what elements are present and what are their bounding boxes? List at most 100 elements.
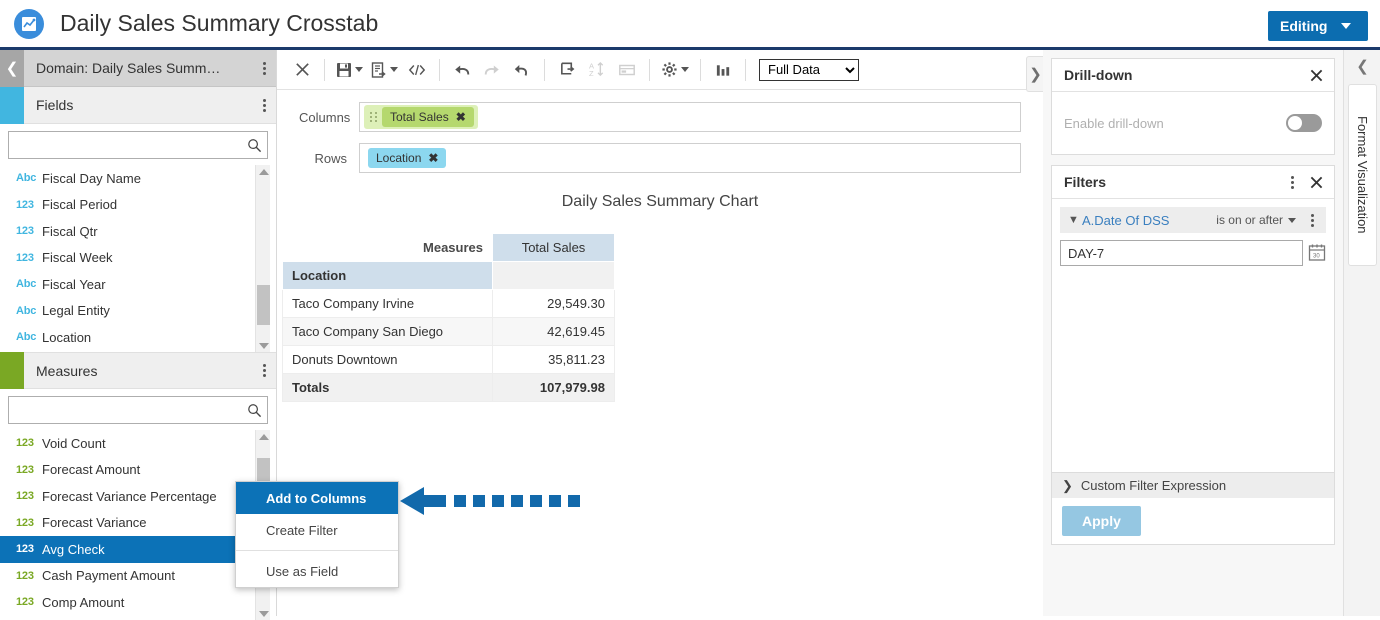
measures-search-box[interactable] [8,396,268,424]
domain-options-menu-icon[interactable] [252,61,276,75]
table-totals-row: Totals 107,979.98 [282,373,615,402]
remove-chip-icon[interactable]: ✖ [428,151,438,165]
scrollbar-thumb[interactable] [257,285,270,325]
filters-options-menu-icon[interactable] [1280,175,1304,189]
enable-drilldown-toggle[interactable] [1286,114,1322,132]
editor-toolbar: AZ Full Data ❯ [277,50,1044,92]
domain-title: Domain: Daily Sales Summ… [36,60,221,76]
list-scrollbar[interactable] [255,165,270,352]
chip-location[interactable]: Location ✖ [368,148,447,168]
columns-dropzone[interactable]: Total Sales ✖ [359,102,1021,132]
number-type-icon: 123 [16,543,34,556]
close-icon[interactable] [1304,69,1328,82]
close-icon[interactable] [1304,176,1328,189]
list-item[interactable]: 123 Fiscal Period [0,192,276,219]
list-item[interactable]: Abc Legal Entity [0,298,276,325]
list-item-label: Forecast Amount [42,462,141,478]
fields-search-input[interactable] [9,132,241,158]
save-icon[interactable] [332,53,367,87]
fields-options-menu-icon[interactable] [252,98,276,112]
table-row[interactable]: Taco Company San Diego 42,619.45 [282,317,615,346]
fields-search-box[interactable] [8,131,268,159]
drag-handle-icon[interactable] [370,110,378,124]
collapse-right-panel-button[interactable]: ❮ [1344,50,1380,82]
menu-item[interactable]: Add to Columns [236,482,398,514]
table-row[interactable]: Donuts Downtown 35,811.23 [282,345,615,374]
domain-header: ❮ Domain: Daily Sales Summ… [0,49,276,87]
format-visualization-label: Format Visualization [1355,116,1370,234]
column-header-cell[interactable]: Total Sales [492,233,615,262]
list-item-label: Fiscal Week [42,250,113,266]
text-type-icon: Abc [16,172,37,185]
toolbar-divider [544,58,545,81]
scroll-up-icon[interactable] [256,165,271,178]
list-item-label: Avg Check [42,541,105,557]
collapse-sidebar-button[interactable]: ❮ [0,49,24,87]
list-item[interactable]: Abc Location [0,324,276,351]
chart-type-icon[interactable] [708,53,738,87]
close-icon[interactable] [287,53,317,87]
crosstab-table[interactable]: Measures Total Sales Location Taco Company… [282,233,615,402]
rows-dropzone[interactable]: Location ✖ [359,143,1021,173]
search-icon[interactable] [241,138,267,153]
expand-right-panel-button[interactable]: ❯ [1026,56,1044,92]
revert-icon[interactable] [507,53,537,87]
scroll-down-icon[interactable] [256,339,271,352]
filter-field-name[interactable]: A.Date Of DSS [1082,213,1216,228]
toolbar-divider [745,58,746,81]
measures-accent-bar [0,352,24,389]
list-item[interactable]: Abc Fiscal Day Name [0,165,276,192]
row-label-cell: Taco Company San Diego [282,317,493,346]
editing-button-label: Editing [1280,18,1328,34]
context-menu[interactable]: Add to Columns Create Filter Use as Field [235,481,399,588]
refresh-icon[interactable] [552,53,582,87]
tab-format-visualization[interactable]: Format Visualization [1348,84,1377,266]
drilldown-card: Drill-down Enable drill-down [1051,58,1335,155]
chevron-down-icon[interactable]: ▼ [1068,214,1082,226]
menu-item[interactable]: Use as Field [236,555,398,587]
chevron-down-icon [1288,217,1296,223]
drilldown-body: Enable drill-down [1052,92,1334,154]
filter-operator-dropdown[interactable]: is on or after [1216,213,1296,227]
code-icon[interactable] [402,53,432,87]
list-item[interactable]: 123 Fiscal Week [0,245,276,272]
export-icon[interactable] [367,53,402,87]
value-cell: 35,811.23 [492,345,615,374]
undo-icon[interactable] [447,53,477,87]
menu-item[interactable]: Create Filter [236,514,398,546]
list-item[interactable]: 123 Void Count [0,430,276,457]
measures-options-menu-icon[interactable] [252,364,276,377]
list-item[interactable]: 123 Comp Amount [0,589,276,616]
list-item[interactable]: 123 Forecast Amount [0,457,276,484]
row-dimension-cell[interactable]: Location [282,261,493,290]
list-item-label: Fiscal Qtr [42,223,98,239]
remove-chip-icon[interactable]: ✖ [456,110,466,124]
filter-options-menu-icon[interactable] [1300,213,1324,227]
shelf-area: Columns Total Sales ✖ Rows Location ✖ [277,90,1043,173]
editing-mode-button[interactable]: Editing [1268,11,1368,41]
custom-filter-expression-toggle[interactable]: ❯ Custom Filter Expression [1052,472,1334,498]
table-row[interactable]: Taco Company Irvine 29,549.30 [282,289,615,318]
list-item-label: Forecast Variance Percentage [42,488,217,504]
toolbar-divider [649,58,650,81]
scroll-up-icon[interactable] [256,430,271,443]
number-type-icon: 123 [16,251,34,264]
filter-row[interactable]: ▼ A.Date Of DSS is on or after [1060,207,1326,233]
list-item[interactable]: 123 Fiscal Qtr [0,218,276,245]
fields-list[interactable]: Abc Fiscal Day Name 123 Fiscal Period 123 Fis… [0,165,276,352]
list-item[interactable]: Abc Fiscal Year [0,271,276,298]
text-type-icon: Abc [16,278,37,291]
measures-section-title: Measures [36,362,98,379]
search-icon[interactable] [241,403,267,418]
measures-search-input[interactable] [9,397,241,423]
data-mode-select[interactable]: Full Data [759,58,859,81]
right-sidebar: Drill-down Enable drill-down Filters ▼ A… [1043,50,1343,616]
calendar-icon[interactable]: 30 [1308,243,1326,263]
right-edge-rail: ❮ Format Visualization [1343,50,1380,616]
scroll-down-icon[interactable] [256,607,271,620]
filter-value-input[interactable] [1060,240,1303,266]
apply-button[interactable]: Apply [1062,506,1141,536]
filter-value-row: 30 [1060,240,1326,266]
settings-icon[interactable] [657,53,693,87]
chip-total-sales[interactable]: Total Sales ✖ [382,107,474,127]
